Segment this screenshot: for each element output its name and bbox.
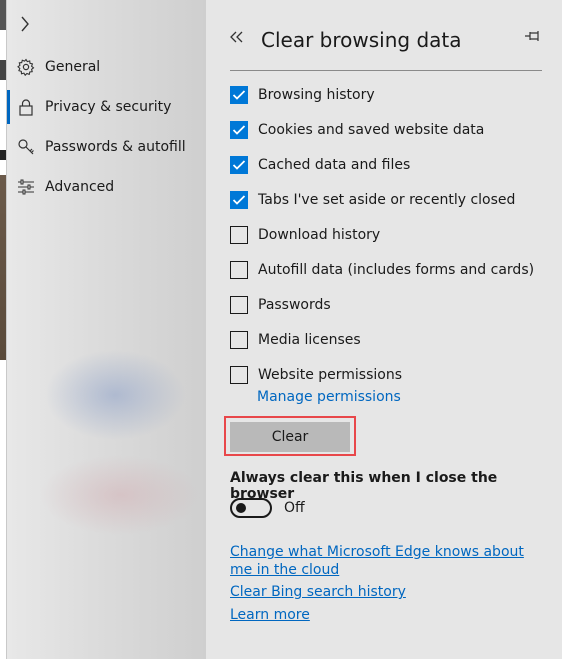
checkbox-website-permissions[interactable]: Website permissions (230, 364, 402, 386)
checkbox-box[interactable] (230, 296, 248, 314)
sidebar-item-label: Privacy & security (45, 99, 172, 115)
sidebar-item-label: Passwords & autofill (45, 139, 186, 155)
gear-icon (16, 57, 36, 77)
checkbox-label: Website permissions (258, 367, 403, 383)
checkbox-label: Browsing history (258, 87, 375, 103)
settings-sidebar: General Privacy & security Passwords & a… (0, 0, 206, 659)
toggle-state-text: Off (284, 500, 305, 516)
manage-permissions-link[interactable]: Manage permissions (257, 389, 401, 405)
checkbox-box[interactable] (230, 156, 248, 174)
sidebar-item-label: General (45, 59, 101, 75)
checkbox-tabs-set-aside[interactable]: Tabs I've set aside or recently closed (230, 189, 515, 211)
checkbox-cached-data[interactable]: Cached data and files (230, 154, 410, 176)
checkbox-label: Passwords (258, 297, 331, 313)
sliders-icon (16, 177, 36, 197)
active-indicator (7, 90, 10, 124)
title-divider (230, 70, 542, 71)
checkbox-passwords[interactable]: Passwords (230, 294, 331, 316)
checkbox-autofill-data[interactable]: Autofill data (includes forms and cards) (230, 259, 534, 281)
clear-browsing-data-panel: Clear browsing data Browsing history Coo… (206, 0, 562, 659)
checkbox-label: Autofill data (includes forms and cards) (258, 262, 535, 278)
change-cloud-data-link[interactable]: Change what Microsoft Edge knows about m… (230, 543, 540, 579)
sidebar-item-label: Advanced (45, 179, 115, 195)
checkbox-label: Cookies and saved website data (258, 122, 485, 138)
checkbox-label: Media licenses (258, 332, 361, 348)
checkbox-box[interactable] (230, 261, 248, 279)
collapse-double-chevron-icon[interactable] (230, 28, 244, 47)
panel-title: Clear browsing data (261, 28, 462, 52)
checkbox-label: Cached data and files (258, 157, 411, 173)
sidebar-item-advanced[interactable]: Advanced (16, 175, 114, 199)
checkbox-media-licenses[interactable]: Media licenses (230, 329, 361, 351)
checkbox-box[interactable] (230, 226, 248, 244)
pin-icon[interactable] (524, 30, 544, 44)
lock-icon (16, 97, 36, 117)
always-clear-label: Always clear this when I close the brows… (230, 470, 498, 502)
checkbox-label: Tabs I've set aside or recently closed (258, 192, 516, 208)
checkbox-download-history[interactable]: Download history (230, 224, 380, 246)
sidebar-item-privacy[interactable]: Privacy & security (16, 95, 171, 119)
checkbox-box[interactable] (230, 366, 248, 384)
checkbox-box[interactable] (230, 86, 248, 104)
sidebar-item-general[interactable]: General (16, 55, 100, 79)
learn-more-link[interactable]: Learn more (230, 607, 310, 623)
expand-chevron-icon[interactable] (20, 16, 34, 36)
clear-bing-history-link[interactable]: Clear Bing search history (230, 584, 406, 600)
checkbox-browsing-history[interactable]: Browsing history (230, 84, 375, 106)
key-icon (16, 137, 36, 157)
checkbox-box[interactable] (230, 191, 248, 209)
checkbox-box[interactable] (230, 331, 248, 349)
clear-button[interactable]: Clear (230, 422, 350, 452)
checkbox-box[interactable] (230, 121, 248, 139)
toggle-knob (236, 503, 246, 513)
checkbox-cookies[interactable]: Cookies and saved website data (230, 119, 484, 141)
checkbox-label: Download history (258, 227, 381, 243)
always-clear-toggle[interactable] (230, 498, 272, 518)
sidebar-item-passwords[interactable]: Passwords & autofill (16, 135, 186, 159)
